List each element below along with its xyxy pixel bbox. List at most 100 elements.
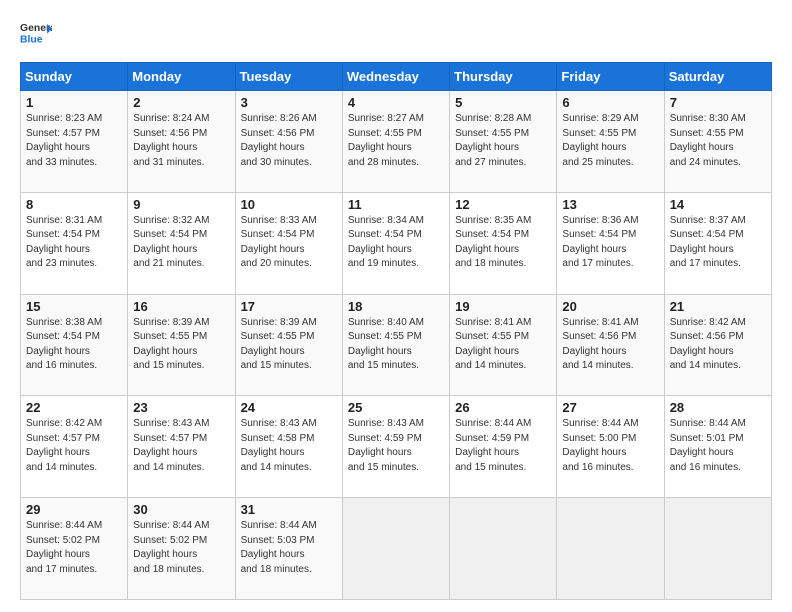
calendar-cell: 1 Sunrise: 8:23 AM Sunset: 4:57 PM Dayli… [21,91,128,193]
calendar-week-1: 1 Sunrise: 8:23 AM Sunset: 4:57 PM Dayli… [21,91,772,193]
calendar-cell: 16 Sunrise: 8:39 AM Sunset: 4:55 PM Dayl… [128,294,235,396]
day-info: Sunrise: 8:44 AM Sunset: 5:00 PM Dayligh… [562,417,658,475]
day-number: 6 [562,95,658,110]
day-info: Sunrise: 8:43 AM Sunset: 4:57 PM Dayligh… [133,417,229,475]
day-number: 2 [133,95,229,110]
day-info: Sunrise: 8:27 AM Sunset: 4:55 PM Dayligh… [348,112,444,170]
day-number: 4 [348,95,444,110]
day-info: Sunrise: 8:41 AM Sunset: 4:55 PM Dayligh… [455,316,551,374]
day-info: Sunrise: 8:41 AM Sunset: 4:56 PM Dayligh… [562,316,658,374]
day-info: Sunrise: 8:23 AM Sunset: 4:57 PM Dayligh… [26,112,122,170]
day-info: Sunrise: 8:43 AM Sunset: 4:59 PM Dayligh… [348,417,444,475]
day-number: 13 [562,197,658,212]
day-number: 21 [670,299,766,314]
day-info: Sunrise: 8:30 AM Sunset: 4:55 PM Dayligh… [670,112,766,170]
calendar-cell: 24 Sunrise: 8:43 AM Sunset: 4:58 PM Dayl… [235,396,342,498]
day-info: Sunrise: 8:36 AM Sunset: 4:54 PM Dayligh… [562,214,658,272]
day-info: Sunrise: 8:38 AM Sunset: 4:54 PM Dayligh… [26,316,122,374]
day-number: 23 [133,400,229,415]
day-info: Sunrise: 8:33 AM Sunset: 4:54 PM Dayligh… [241,214,337,272]
day-info: Sunrise: 8:34 AM Sunset: 4:54 PM Dayligh… [348,214,444,272]
calendar-cell: 10 Sunrise: 8:33 AM Sunset: 4:54 PM Dayl… [235,192,342,294]
day-info: Sunrise: 8:31 AM Sunset: 4:54 PM Dayligh… [26,214,122,272]
day-number: 17 [241,299,337,314]
day-number: 5 [455,95,551,110]
day-number: 10 [241,197,337,212]
day-info: Sunrise: 8:40 AM Sunset: 4:55 PM Dayligh… [348,316,444,374]
logo: General Blue [20,16,52,52]
day-info: Sunrise: 8:28 AM Sunset: 4:55 PM Dayligh… [455,112,551,170]
calendar-cell: 2 Sunrise: 8:24 AM Sunset: 4:56 PM Dayli… [128,91,235,193]
calendar-cell: 26 Sunrise: 8:44 AM Sunset: 4:59 PM Dayl… [450,396,557,498]
header-wednesday: Wednesday [342,63,449,91]
day-number: 29 [26,502,122,517]
day-info: Sunrise: 8:44 AM Sunset: 4:59 PM Dayligh… [455,417,551,475]
day-info: Sunrise: 8:44 AM Sunset: 5:02 PM Dayligh… [133,519,229,577]
day-number: 31 [241,502,337,517]
day-number: 3 [241,95,337,110]
day-number: 11 [348,197,444,212]
calendar-cell: 11 Sunrise: 8:34 AM Sunset: 4:54 PM Dayl… [342,192,449,294]
calendar-cell: 17 Sunrise: 8:39 AM Sunset: 4:55 PM Dayl… [235,294,342,396]
day-info: Sunrise: 8:29 AM Sunset: 4:55 PM Dayligh… [562,112,658,170]
day-info: Sunrise: 8:44 AM Sunset: 5:02 PM Dayligh… [26,519,122,577]
header-sunday: Sunday [21,63,128,91]
calendar-cell [557,498,664,600]
header-tuesday: Tuesday [235,63,342,91]
day-info: Sunrise: 8:44 AM Sunset: 5:01 PM Dayligh… [670,417,766,475]
day-info: Sunrise: 8:37 AM Sunset: 4:54 PM Dayligh… [670,214,766,272]
calendar-cell: 29 Sunrise: 8:44 AM Sunset: 5:02 PM Dayl… [21,498,128,600]
day-number: 28 [670,400,766,415]
calendar-cell: 5 Sunrise: 8:28 AM Sunset: 4:55 PM Dayli… [450,91,557,193]
day-header-row: Sunday Monday Tuesday Wednesday Thursday… [21,63,772,91]
day-number: 22 [26,400,122,415]
day-number: 7 [670,95,766,110]
day-number: 1 [26,95,122,110]
calendar-cell [450,498,557,600]
calendar-cell: 22 Sunrise: 8:42 AM Sunset: 4:57 PM Dayl… [21,396,128,498]
header-thursday: Thursday [450,63,557,91]
page: General Blue Sunday Monday Tuesday Wedne… [0,0,792,612]
calendar-cell: 13 Sunrise: 8:36 AM Sunset: 4:54 PM Dayl… [557,192,664,294]
calendar-cell: 3 Sunrise: 8:26 AM Sunset: 4:56 PM Dayli… [235,91,342,193]
day-number: 15 [26,299,122,314]
calendar-cell: 18 Sunrise: 8:40 AM Sunset: 4:55 PM Dayl… [342,294,449,396]
calendar-cell: 25 Sunrise: 8:43 AM Sunset: 4:59 PM Dayl… [342,396,449,498]
day-info: Sunrise: 8:26 AM Sunset: 4:56 PM Dayligh… [241,112,337,170]
calendar-cell [664,498,771,600]
calendar-cell: 21 Sunrise: 8:42 AM Sunset: 4:56 PM Dayl… [664,294,771,396]
header: General Blue [20,16,772,52]
day-info: Sunrise: 8:44 AM Sunset: 5:03 PM Dayligh… [241,519,337,577]
calendar-body: 1 Sunrise: 8:23 AM Sunset: 4:57 PM Dayli… [21,91,772,600]
header-friday: Friday [557,63,664,91]
calendar-cell: 27 Sunrise: 8:44 AM Sunset: 5:00 PM Dayl… [557,396,664,498]
calendar-table: Sunday Monday Tuesday Wednesday Thursday… [20,62,772,600]
day-info: Sunrise: 8:43 AM Sunset: 4:58 PM Dayligh… [241,417,337,475]
day-number: 25 [348,400,444,415]
day-number: 30 [133,502,229,517]
day-number: 8 [26,197,122,212]
day-info: Sunrise: 8:39 AM Sunset: 4:55 PM Dayligh… [133,316,229,374]
day-number: 9 [133,197,229,212]
day-number: 24 [241,400,337,415]
calendar-header: Sunday Monday Tuesday Wednesday Thursday… [21,63,772,91]
day-number: 26 [455,400,551,415]
header-monday: Monday [128,63,235,91]
day-info: Sunrise: 8:42 AM Sunset: 4:56 PM Dayligh… [670,316,766,374]
calendar-cell: 6 Sunrise: 8:29 AM Sunset: 4:55 PM Dayli… [557,91,664,193]
calendar-cell: 8 Sunrise: 8:31 AM Sunset: 4:54 PM Dayli… [21,192,128,294]
day-number: 27 [562,400,658,415]
calendar-cell: 15 Sunrise: 8:38 AM Sunset: 4:54 PM Dayl… [21,294,128,396]
calendar-week-3: 15 Sunrise: 8:38 AM Sunset: 4:54 PM Dayl… [21,294,772,396]
day-info: Sunrise: 8:32 AM Sunset: 4:54 PM Dayligh… [133,214,229,272]
day-info: Sunrise: 8:42 AM Sunset: 4:57 PM Dayligh… [26,417,122,475]
calendar-cell: 30 Sunrise: 8:44 AM Sunset: 5:02 PM Dayl… [128,498,235,600]
calendar-cell: 19 Sunrise: 8:41 AM Sunset: 4:55 PM Dayl… [450,294,557,396]
calendar-week-5: 29 Sunrise: 8:44 AM Sunset: 5:02 PM Dayl… [21,498,772,600]
day-number: 14 [670,197,766,212]
day-number: 12 [455,197,551,212]
calendar-week-2: 8 Sunrise: 8:31 AM Sunset: 4:54 PM Dayli… [21,192,772,294]
calendar-cell: 20 Sunrise: 8:41 AM Sunset: 4:56 PM Dayl… [557,294,664,396]
day-info: Sunrise: 8:24 AM Sunset: 4:56 PM Dayligh… [133,112,229,170]
calendar-cell: 31 Sunrise: 8:44 AM Sunset: 5:03 PM Dayl… [235,498,342,600]
